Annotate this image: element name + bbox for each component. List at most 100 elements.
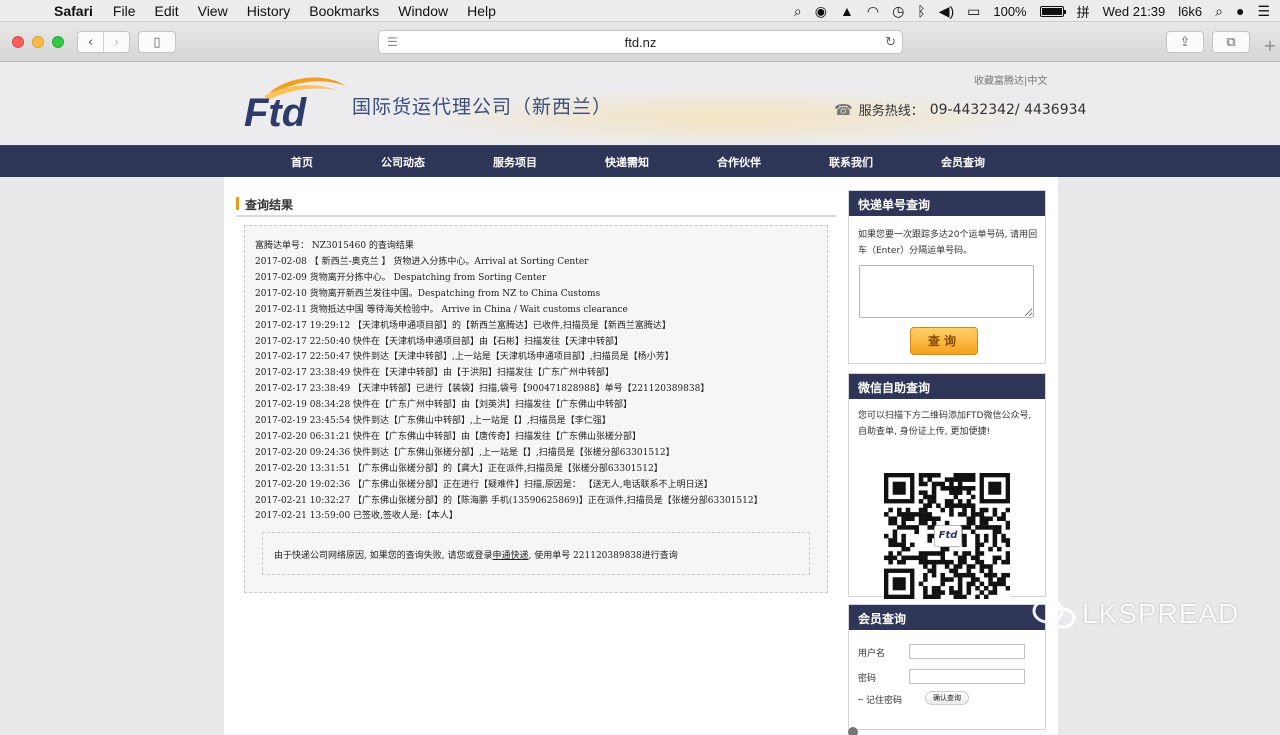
input-method-indicator[interactable]: 拼 <box>1077 2 1090 21</box>
menu-view[interactable]: View <box>198 3 228 19</box>
result-section-title: 查询结果 <box>236 195 836 217</box>
company-name: 国际货运代理公司（新西兰） <box>352 96 613 118</box>
tracking-event-line: 2017-02-20 13:31:51 【广东佛山张槎分部】的【龚大】正在派件,… <box>255 463 663 474</box>
plus-icon: + <box>1263 36 1277 55</box>
tracking-event-line: 2017-02-10 货物离开新西兰发往中国。Despatching from … <box>255 288 601 299</box>
back-button[interactable]: ‹ <box>78 32 104 52</box>
tracking-event-line: 2017-02-11 货物抵达中国 等待海关检验中。 Arrive in Chi… <box>255 304 628 315</box>
remember-label: 记住密码 <box>866 696 903 706</box>
top-links[interactable]: 收藏富腾达|中文 <box>974 72 1047 87</box>
main-navigation: 首页 公司动态 服务项目 快递需知 合作伙伴 联系我们 会员查询 <box>0 145 1280 177</box>
notice-before: 由于快递公司网络原因, 如果您的查询失败, 请您或登录 <box>274 551 493 561</box>
web-page: Ftd 国际货运代理公司（新西兰） 收藏富腾达|中文 ☎ 服务热线： 09-44… <box>0 62 1280 735</box>
password-label: 密码 <box>858 674 877 684</box>
password-input[interactable] <box>909 669 1025 684</box>
siri-icon[interactable]: ● <box>1236 3 1244 19</box>
tracking-event-line: 2017-02-20 09:24:36 快件到达【广东佛山张槎分部】,上一站是【… <box>255 447 675 458</box>
share-button[interactable]: ⇪ <box>1166 31 1204 53</box>
content-area: 查询结果 富腾达单号： NZ3015460 的查询结果 2017-02-08 【… <box>224 177 1058 735</box>
wechat-query-panel: 微信自助查询 您可以扫描下方二维码添加FTD微信公众号, 自助查单, 身份证上传… <box>848 373 1046 599</box>
window-minimize-button[interactable] <box>32 36 44 48</box>
wechat-panel-desc: 您可以扫描下方二维码添加FTD微信公众号, 自助查单, 身份证上传, 更加便捷! <box>858 411 1032 437</box>
window-zoom-button[interactable] <box>52 36 64 48</box>
tracking-event-line: 2017-02-21 13:59:00 已签收,签收人是:【本人】 <box>255 511 458 522</box>
service-hotline: ☎ 服务热线： 09-4432342/ 4436934 <box>834 100 1087 120</box>
menu-history[interactable]: History <box>247 3 291 19</box>
query-button[interactable]: 查询 <box>910 327 978 355</box>
address-bar[interactable]: ☰ ftd.nz ↻ <box>378 30 903 54</box>
tracking-event-line: 2017-02-17 22:50:40 快件在【天津机场申通项目部】由【石彬】扫… <box>255 336 624 347</box>
query-notice: 由于快递公司网络原因, 如果您的查询失败, 请您或登录申通快递, 使用单号 22… <box>262 532 810 575</box>
confirm-query-button[interactable]: 确认查询 <box>925 691 969 705</box>
chevron-left-icon: ‹ <box>87 34 94 50</box>
member-panel-title: 会员查询 <box>849 605 1045 630</box>
tracking-heading: 富腾达单号： NZ3015460 的查询结果 <box>255 241 414 251</box>
sto-express-link[interactable]: 申通快递 <box>492 551 528 561</box>
menu-bar-status-area: ⌕ ◉ ▲ ◠ ◷ ᛒ ◀) ▭ 100% 拼 Wed 21:39 l6k6 ⌕… <box>794 0 1270 22</box>
username-input[interactable] <box>909 644 1025 659</box>
forward-button[interactable]: › <box>104 32 129 52</box>
nav-member-query[interactable]: 会员查询 <box>941 154 985 170</box>
qr-ftd-logo: Ftd <box>934 525 962 547</box>
remember-password[interactable]: 记住密码 <box>858 693 902 706</box>
reader-view-icon[interactable]: ☰ <box>387 35 398 49</box>
tracking-query-panel: 快递单号查询 如果您要一次跟踪多达20个运单号码, 请用回车（Enter）分隔运… <box>848 190 1046 364</box>
reload-icon[interactable]: ↻ <box>885 34 896 50</box>
new-tab-button[interactable]: + <box>1260 36 1280 55</box>
tracking-event-line: 2017-02-19 08:34:28 快件在【广东广州中转部】由【刘英洪】扫描… <box>255 400 633 411</box>
warning-icon[interactable]: ▲ <box>840 3 854 19</box>
menu-user[interactable]: l6k6 <box>1178 4 1202 19</box>
menu-app-safari[interactable]: Safari <box>54 3 93 19</box>
sidebar-toggle-button[interactable]: ▯ <box>138 31 176 53</box>
notice-after: , 使用单号 221120389838进行查询 <box>528 551 678 561</box>
nav-services[interactable]: 服务项目 <box>493 154 537 170</box>
volume-icon[interactable]: ◀) <box>939 3 954 20</box>
battery-icon[interactable] <box>1039 5 1066 17</box>
tracking-number-input[interactable] <box>859 265 1034 318</box>
tracking-event-line: 2017-02-20 19:02:36 【广东佛山张槎分部】正在进行【疑难件】扫… <box>255 479 713 490</box>
nav-shipping-notes[interactable]: 快递需知 <box>605 154 649 170</box>
remember-checkbox[interactable] <box>858 699 863 700</box>
menu-file[interactable]: File <box>113 3 136 19</box>
tracking-event-line: 2017-02-09 货物离开分拣中心。 Despatching from So… <box>255 272 547 283</box>
menu-edit[interactable]: Edit <box>154 3 178 19</box>
time-machine-icon[interactable]: ◷ <box>892 3 904 20</box>
safari-toolbar: ‹ › ▯ ☰ ftd.nz ↻ ⇪ ⧉ + <box>0 22 1280 62</box>
member-panel-body: 用户名 密码 记住密码 确认查询 <box>849 630 1045 730</box>
history-nav-group: ‹ › <box>77 31 130 53</box>
nav-partners[interactable]: 合作伙伴 <box>717 154 761 170</box>
nav-contact[interactable]: 联系我们 <box>829 154 873 170</box>
bluetooth-icon[interactable]: ᛒ <box>917 3 925 19</box>
notification-center-icon[interactable]: ☰ <box>1257 3 1270 20</box>
battery-percent: 100% <box>993 3 1027 19</box>
url-text: ftd.nz <box>624 34 657 50</box>
lkspread-watermark: LKSPREAD <box>1032 597 1239 631</box>
tracking-event-line: 2017-02-17 22:50:47 快件到达【天津中转部】,上一站是【天津机… <box>255 352 674 363</box>
tracking-event-line: 2017-02-20 06:31:21 快件在【广东佛山中转部】由【唐传奇】扫描… <box>255 431 642 442</box>
show-tabs-button[interactable]: ⧉ <box>1212 31 1250 53</box>
tracking-event-line: 2017-02-17 19:29:12 【天津机场申通项目部】的【新西兰富腾达】… <box>255 320 671 331</box>
airplay-icon[interactable]: ▭ <box>967 3 980 20</box>
hotline-number: 09-4432342/ 4436934 <box>929 101 1087 118</box>
title-accent-bar <box>236 197 239 210</box>
sidebar-next-item-icon <box>848 727 858 735</box>
spotlight-search-icon[interactable]: ⌕ <box>794 3 802 20</box>
ftd-logo[interactable]: Ftd <box>240 74 350 130</box>
tracking-event-line: 2017-02-08 【 新西兰-奥克兰 】 货物进入分拣中心。Arrival … <box>255 257 589 267</box>
logo-mark: Ftd <box>244 91 308 130</box>
wechat-watermark-icon <box>1032 598 1076 629</box>
nav-home[interactable]: 首页 <box>291 154 313 170</box>
nav-company-news[interactable]: 公司动态 <box>381 154 425 170</box>
menu-window[interactable]: Window <box>398 3 448 19</box>
menu-help[interactable]: Help <box>467 3 496 19</box>
wifi-icon[interactable]: ◠ <box>867 3 879 20</box>
username-label: 用户名 <box>858 649 886 659</box>
hotline-label: 服务热线： <box>858 104 924 119</box>
menu-clock[interactable]: Wed 21:39 <box>1103 4 1166 19</box>
window-close-button[interactable] <box>12 36 24 48</box>
search-icon[interactable]: ⌕ <box>1215 3 1223 20</box>
menu-bookmarks[interactable]: Bookmarks <box>309 3 379 19</box>
wechat-icon[interactable]: ◉ <box>815 3 827 20</box>
tabs-icon: ⧉ <box>1226 34 1236 50</box>
wechat-panel-title: 微信自助查询 <box>849 374 1045 399</box>
